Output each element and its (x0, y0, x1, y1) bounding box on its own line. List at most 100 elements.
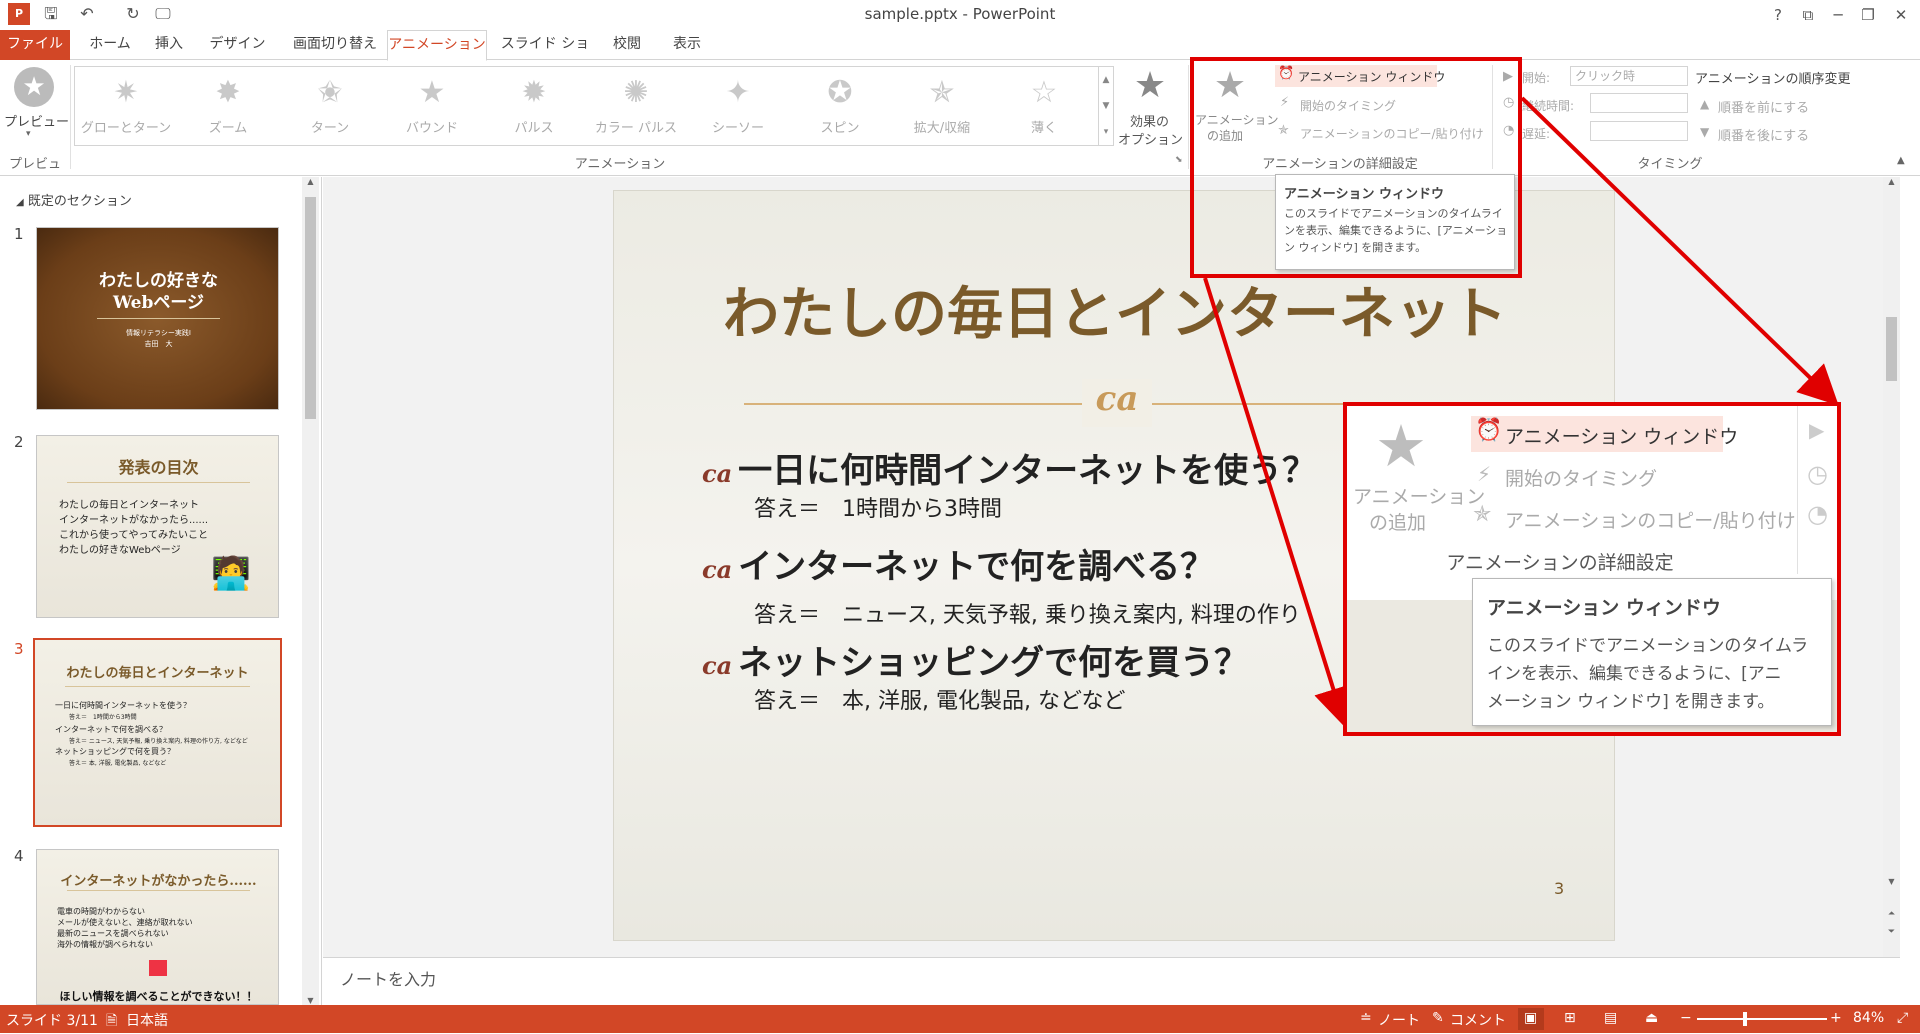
answer-2[interactable]: 答え＝ ニュース, 天気予報, 乗り換え案内, 料理の作り (754, 597, 1301, 629)
preview-icon[interactable]: ★ (14, 67, 54, 107)
gallery-item-color-pulse[interactable]: ✺ カラー パルス (585, 67, 687, 145)
gallery-item-turn[interactable]: ✬ ターン (279, 67, 381, 145)
slide-scrollbar[interactable]: ▲ ▼ ⏶ ⏷ (1883, 177, 1900, 957)
thumb-subtitle: 情報リテラシー実践Ⅰ (126, 329, 191, 337)
slide-thumbnail-pane: ◢ 既定のセクション 1 わたしの好きな Webページ 情報リテラシー実践Ⅰ 吉… (0, 177, 322, 1005)
gallery-item-fade[interactable]: ☆ 薄く (993, 67, 1095, 145)
spellcheck-icon[interactable]: 🗎 (106, 1010, 117, 1034)
close-button[interactable]: ✕ (1888, 3, 1914, 27)
slide-sorter-icon[interactable]: ⊞ (1564, 1010, 1576, 1026)
bullet-text: インターネットで何を調べる？ (738, 547, 1215, 587)
tab-view[interactable]: 表示 (663, 30, 711, 60)
dialog-launcher-icon[interactable]: ⬊ (1175, 155, 1183, 165)
scrollbar-thumb[interactable] (305, 197, 316, 419)
tab-animations[interactable]: アニメーション (387, 30, 487, 61)
gallery-item-glow-turn[interactable]: ✷ グローとターン (75, 67, 177, 145)
tab-transitions[interactable]: 画面切り替え (280, 30, 390, 60)
reading-view-icon[interactable]: ▤ (1604, 1010, 1617, 1026)
previous-slide-icon[interactable]: ⏶ (1883, 909, 1900, 919)
zoom-slider-thumb[interactable] (1743, 1012, 1747, 1026)
thumb-item: わたしの好きなWebページ (59, 545, 181, 556)
bullet-ornament-icon: ca (702, 459, 733, 488)
tab-slideshow[interactable]: スライド ショー (495, 30, 595, 81)
effect-options-label-2[interactable]: オプション (1118, 129, 1183, 148)
bullet-q2[interactable]: ca インターネットで何を調べる？ (702, 539, 1214, 588)
zoom-out-icon[interactable]: − (1680, 1010, 1692, 1026)
preview-dropdown-icon[interactable]: ▾ (26, 129, 31, 139)
thumb-author: 吉田 大 (144, 340, 173, 348)
thumb-item: 答え＝ 本, 洋服, 電化製品, などなど (69, 760, 167, 767)
gallery-item-teeter[interactable]: ✦ シーソー (687, 67, 789, 145)
normal-view-icon[interactable]: ▣ (1524, 1010, 1537, 1026)
slide-thumbnail-2[interactable]: 発表の目次 わたしの毎日とインターネット インターネットがなかったら......… (36, 435, 279, 618)
notes-placeholder[interactable]: ノートを入力 (340, 966, 436, 990)
divider (67, 890, 250, 891)
delay-spinner[interactable] (1590, 121, 1688, 141)
gallery-item-bounce[interactable]: ★ バウンド (381, 67, 483, 145)
separator (1188, 65, 1189, 169)
comments-toggle[interactable]: コメント (1450, 1010, 1506, 1030)
notes-pane[interactable] (323, 957, 1900, 1005)
chevron-up-icon[interactable]: ▲ (302, 177, 319, 186)
slide-thumbnail-1[interactable]: わたしの好きな Webページ 情報リテラシー実践Ⅰ 吉田 大 (36, 227, 279, 410)
tab-insert[interactable]: 挿入 (145, 30, 193, 60)
notes-toggle[interactable]: ノート (1378, 1010, 1420, 1030)
section-header[interactable]: ◢ 既定のセクション (16, 190, 132, 209)
tab-file[interactable]: ファイル (0, 30, 70, 60)
zoom-level[interactable]: 84% (1853, 1010, 1884, 1026)
notes-icon: ≐ (1360, 1010, 1372, 1026)
gallery-item-pulse[interactable]: ✹ パルス (483, 67, 585, 145)
effect-options-label-1[interactable]: 効果の (1130, 111, 1169, 130)
answer-1[interactable]: 答え＝ 1時間から3時間 (754, 491, 1002, 523)
slide-counter[interactable]: スライド 3/11 (6, 1010, 98, 1030)
thumbnail-scrollbar[interactable]: ▲ ▼ (302, 177, 319, 1005)
thumb-item: 海外の情報が調べられない (57, 940, 153, 949)
tab-home[interactable]: ホーム (82, 30, 138, 60)
start-select[interactable]: クリック時 (1570, 66, 1688, 86)
tab-review[interactable]: 校閲 (603, 30, 651, 60)
thumb-footer: ほしい情報を調べることができない！！ (59, 990, 258, 1003)
minimize-button[interactable]: ─ (1825, 3, 1851, 27)
slide-thumbnail-4[interactable]: インターネットがなかったら...... 電車の時間がわからない メールが使えない… (36, 849, 279, 1005)
tab-design[interactable]: デザイン (205, 30, 270, 60)
move-earlier-button[interactable]: 順番を前にする (1718, 97, 1809, 116)
chevron-down-icon[interactable]: ▼ (1099, 93, 1113, 119)
gallery-more-icon[interactable]: ▾ (1099, 119, 1113, 145)
group-timing-label: タイミング (1637, 157, 1703, 172)
move-later-button[interactable]: 順番を後にする (1718, 125, 1809, 144)
chevron-down-icon[interactable]: ▼ (302, 996, 319, 1005)
slide-thumbnail-3[interactable]: わたしの毎日とインターネット 一日に何時間インターネットを使う？ 答え＝ 1時間… (33, 638, 282, 827)
fit-slide-icon[interactable]: ⤢ (1897, 1010, 1908, 1026)
gallery-item-zoom[interactable]: ✸ ズーム (177, 67, 279, 145)
bullet-ornament-icon: ca (702, 555, 733, 584)
zoom-slider-track[interactable] (1697, 1018, 1827, 1020)
effect-options-icon[interactable]: ★ (1130, 65, 1170, 106)
next-slide-icon[interactable]: ⏷ (1883, 927, 1900, 937)
thumb-number: 4 (14, 847, 24, 865)
separator (70, 65, 71, 169)
collapse-ribbon-icon[interactable]: ▲ (1897, 155, 1905, 166)
chevron-up-icon[interactable]: ▲ (1099, 67, 1113, 93)
scrollbar-thumb[interactable] (1886, 317, 1897, 381)
ribbon-display-button[interactable]: ⧉ (1795, 3, 1821, 27)
restore-button[interactable]: ❐ (1855, 3, 1881, 27)
slide-number: 3 (1554, 879, 1565, 898)
bullet-q1[interactable]: ca 一日に何時間インターネットを使う？ (702, 443, 1316, 492)
language-indicator[interactable]: 日本語 (126, 1010, 168, 1030)
gallery-item-grow-shrink[interactable]: ✯ 拡大/収縮 (891, 67, 993, 145)
thumb-title: インターネットがなかったら...... (60, 874, 257, 889)
bullet-q3[interactable]: ca ネットショッピングで何を買う？ (702, 635, 1248, 684)
preview-button[interactable]: プレビュー (4, 111, 69, 130)
ribbon: ★ プレビュー ▾ プレビュー ✷グローとターン ✸ズーム ✬ターン ★バウンド… (0, 61, 1920, 191)
slideshow-view-icon[interactable]: ⏏ (1645, 1010, 1658, 1026)
answer-3[interactable]: 答え＝ 本, 洋服, 電化製品, などなど (754, 683, 1126, 715)
chevron-down-icon[interactable]: ▼ (1883, 877, 1900, 886)
duration-spinner[interactable] (1590, 93, 1688, 113)
slide-title[interactable]: わたしの毎日とインターネット (614, 269, 1616, 350)
gallery-item-spin[interactable]: ✪ スピン (789, 67, 891, 145)
zoom-in-icon[interactable]: + (1830, 1010, 1842, 1026)
gallery-scrollbar[interactable]: ▲ ▼ ▾ (1099, 66, 1114, 146)
help-button[interactable]: ? (1765, 3, 1791, 27)
thumb-item: 電車の時間がわからない (57, 907, 145, 916)
chevron-up-icon[interactable]: ▲ (1883, 177, 1900, 186)
